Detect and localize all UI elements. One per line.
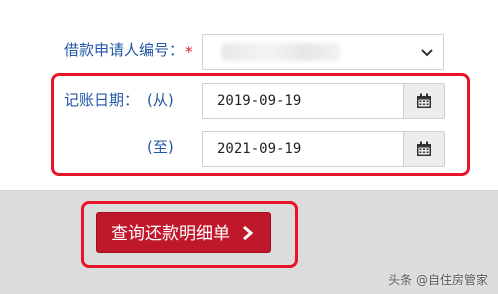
required-asterisk: * xyxy=(185,43,193,61)
chevron-right-icon xyxy=(243,226,254,240)
watermark-text: 头条 @自住房管家 xyxy=(388,273,488,287)
date-range-highlight xyxy=(51,73,470,176)
applicant-id-select[interactable] xyxy=(202,34,444,70)
query-button-label: 查询还款明细单 xyxy=(111,224,230,243)
query-repayment-details-button[interactable]: 查询还款明细单 xyxy=(96,212,271,253)
applicant-id-label: 借款申请人编号： xyxy=(64,41,185,59)
masked-applicant-id xyxy=(221,43,341,61)
chevron-down-icon xyxy=(421,49,433,57)
